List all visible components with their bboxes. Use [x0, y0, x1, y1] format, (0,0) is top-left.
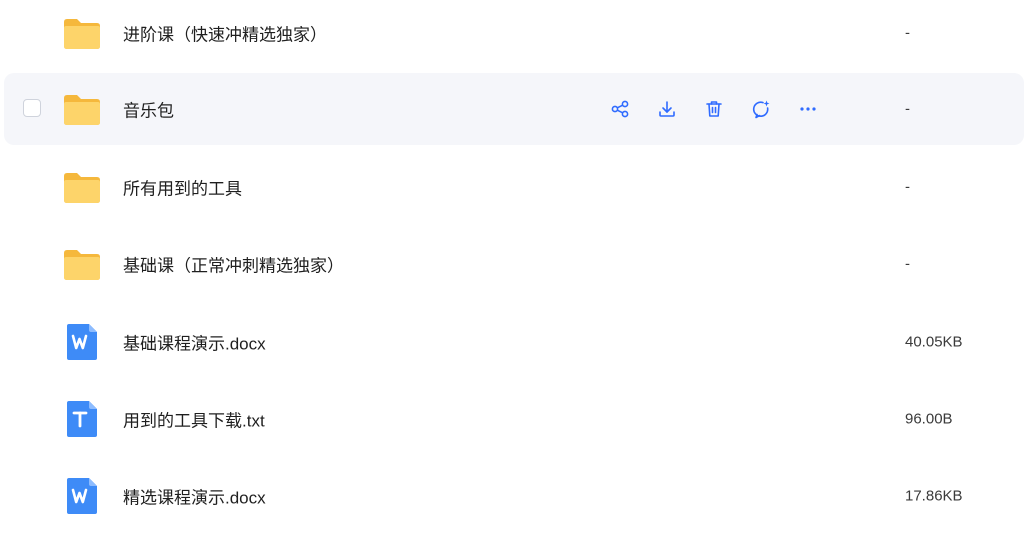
folder-icon	[62, 13, 102, 53]
more-icon[interactable]	[796, 97, 820, 121]
row-actions	[608, 97, 843, 121]
file-row[interactable]: 用到的工具下载.txt 96.00B	[0, 383, 1024, 455]
ai-assistant-icon[interactable]	[749, 97, 773, 121]
file-name[interactable]: 音乐包	[123, 97, 174, 122]
file-size: -	[905, 24, 910, 42]
file-row[interactable]: 精选课程演示.docx 17.86KB	[0, 460, 1024, 532]
row-checkbox[interactable]	[23, 99, 41, 117]
file-name[interactable]: 所有用到的工具	[123, 175, 242, 200]
file-size: -	[905, 255, 910, 273]
file-name[interactable]: 基础课（正常冲刺精选独家）	[123, 252, 344, 277]
share-icon[interactable]	[608, 97, 632, 121]
download-icon[interactable]	[655, 97, 679, 121]
word-doc-icon	[62, 322, 102, 362]
file-name[interactable]: 进阶课（快速冲精选独家）	[123, 21, 327, 46]
file-size: 17.86KB	[905, 487, 963, 505]
file-row[interactable]: 进阶课（快速冲精选独家） -	[0, 0, 1024, 69]
word-doc-icon	[62, 476, 102, 516]
folder-icon	[62, 89, 102, 129]
folder-icon	[62, 167, 102, 207]
delete-icon[interactable]	[702, 97, 726, 121]
file-size: -	[905, 178, 910, 196]
file-list: 进阶课（快速冲精选独家） - 音乐包 - 所有用到的工具 - 基础课（正常冲刺精…	[0, 0, 1024, 533]
file-row[interactable]: 所有用到的工具 -	[0, 151, 1024, 223]
file-size: 96.00B	[905, 410, 953, 428]
file-name[interactable]: 基础课程演示.docx	[123, 330, 266, 355]
folder-icon	[62, 244, 102, 284]
file-row-hovered[interactable]: 音乐包 -	[4, 73, 1024, 145]
file-row[interactable]: 基础课（正常冲刺精选独家） -	[0, 228, 1024, 300]
text-file-icon	[62, 399, 102, 439]
file-row[interactable]: 基础课程演示.docx 40.05KB	[0, 306, 1024, 378]
file-name[interactable]: 精选课程演示.docx	[123, 484, 266, 509]
file-name[interactable]: 用到的工具下载.txt	[123, 407, 265, 432]
file-size: 40.05KB	[905, 333, 963, 351]
file-size: -	[905, 100, 910, 118]
